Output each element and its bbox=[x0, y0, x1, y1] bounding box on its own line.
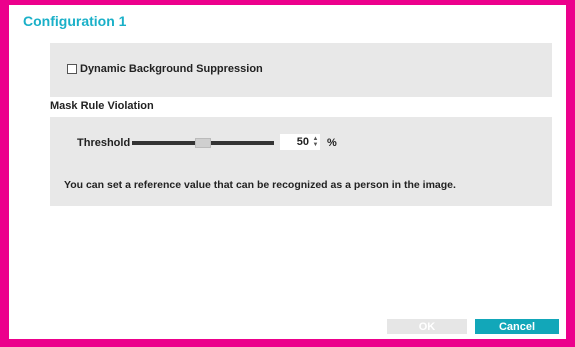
cancel-button[interactable]: Cancel bbox=[475, 319, 559, 334]
spin-down-icon[interactable]: ▼ bbox=[313, 142, 319, 148]
configuration-dialog: Configuration 1 Dynamic Background Suppr… bbox=[9, 5, 566, 339]
mask-rule-section-label: Mask Rule Violation bbox=[50, 100, 154, 112]
dynamic-background-checkbox-row[interactable]: Dynamic Background Suppression bbox=[67, 63, 263, 75]
dynamic-background-checkbox[interactable] bbox=[67, 64, 77, 74]
dynamic-background-panel: Dynamic Background Suppression bbox=[50, 43, 552, 97]
threshold-slider[interactable] bbox=[132, 138, 274, 148]
threshold-value[interactable]: 50 bbox=[297, 136, 311, 148]
threshold-unit: % bbox=[327, 137, 337, 149]
threshold-spinner[interactable]: 50 ▲ ▼ bbox=[280, 134, 320, 150]
ok-button[interactable]: OK bbox=[387, 319, 467, 334]
mask-rule-panel: Threshold 50 ▲ ▼ % You can set a referen… bbox=[50, 117, 552, 206]
threshold-label: Threshold bbox=[77, 137, 131, 149]
spinner-arrows: ▲ ▼ bbox=[311, 135, 320, 149]
dialog-title: Configuration 1 bbox=[23, 13, 127, 29]
threshold-slider-thumb[interactable] bbox=[195, 138, 211, 148]
threshold-description: You can set a reference value that can b… bbox=[64, 179, 456, 191]
dynamic-background-label: Dynamic Background Suppression bbox=[80, 63, 263, 75]
